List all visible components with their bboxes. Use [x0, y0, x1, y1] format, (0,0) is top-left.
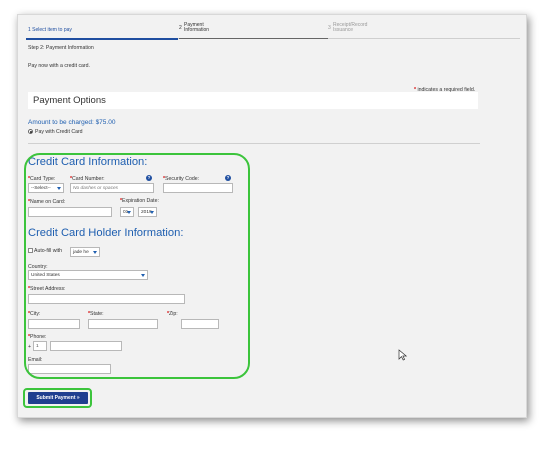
step-3-label-line2: Issuance [333, 27, 354, 33]
step-1-number: 1 [28, 27, 31, 33]
pay-option-label: Pay with Credit Card [35, 129, 83, 135]
payment-options-panel: Payment Options [28, 92, 478, 109]
payment-options-title: Payment Options [33, 95, 106, 106]
step-2-number: 2 [179, 25, 182, 31]
section-divider [28, 143, 480, 144]
step-1[interactable]: 1 Select item to pay [28, 28, 72, 33]
mouse-cursor-icon [398, 349, 408, 361]
step-divider [179, 38, 328, 39]
step-1-label: Select item to pay [32, 27, 72, 33]
amount-text: Amount to be charged: $75.00 [28, 119, 116, 126]
pay-credit-card-radio[interactable] [28, 129, 33, 134]
intro-text: Pay now with a credit card. [28, 63, 90, 69]
step-heading: Step 2: Payment Information [28, 45, 94, 51]
progress-steps: 1 Select item to pay 2 Payment Informati… [26, 23, 520, 40]
payment-page: 1 Select item to pay 2 Payment Informati… [17, 14, 527, 418]
active-step-indicator [26, 38, 178, 40]
submit-payment-button[interactable]: Submit Payment » [28, 392, 88, 404]
step-2-label-line2: Information [184, 27, 210, 33]
form-highlight-outline [24, 153, 250, 379]
step-3-number: 3 [328, 25, 331, 31]
